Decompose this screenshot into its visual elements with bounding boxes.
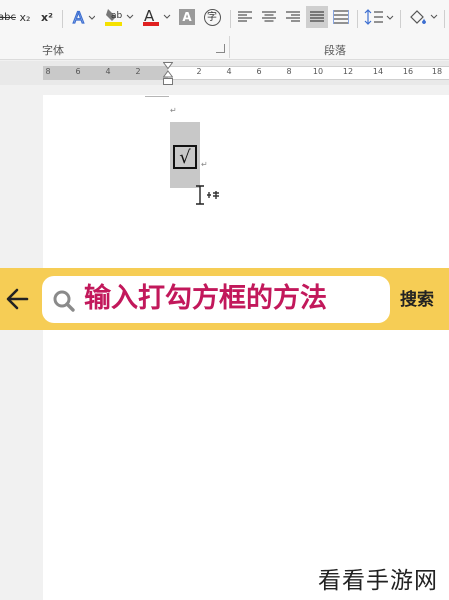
toolbar-separator	[62, 10, 63, 28]
text-effect-icon: A	[71, 8, 95, 26]
font-color-icon: A	[140, 7, 172, 27]
enclose-char-icon: 字	[203, 8, 221, 26]
highlight-icon: ab	[102, 7, 134, 27]
justify-icon	[310, 11, 324, 23]
distributed-icon	[333, 10, 349, 24]
ruler-tick-label: 6	[256, 67, 262, 76]
align-center-icon	[262, 11, 276, 23]
toolbar-separator	[444, 10, 445, 28]
indent-marker-icon[interactable]	[162, 62, 174, 90]
group-divider	[229, 36, 230, 58]
ruler-tick-label: 8	[45, 67, 51, 76]
font-group-label: 字体	[42, 44, 64, 57]
char-shading-button[interactable]: A	[178, 6, 196, 28]
toolbar-separator	[230, 10, 231, 28]
paragraph-mark: ↵	[201, 160, 208, 169]
ruler-tick-label: 2	[196, 67, 202, 76]
margin-corner-mark	[145, 96, 169, 97]
site-watermark: 看看手游网	[318, 568, 438, 594]
ruler-tick-label: 18	[431, 67, 443, 76]
align-right-icon	[286, 11, 300, 23]
ruler-tick-label: 10	[312, 67, 324, 76]
checkbox-symbol[interactable]: √	[173, 145, 197, 169]
font-dialog-launcher-icon[interactable]	[216, 44, 225, 53]
search-query-text: 输入打勾方框的方法	[84, 283, 327, 314]
left-gutter	[0, 86, 43, 600]
font-color-button[interactable]: A	[140, 6, 172, 28]
align-left-button[interactable]	[236, 6, 254, 28]
shading-button[interactable]	[406, 6, 440, 28]
text-effect-button[interactable]: A	[70, 6, 96, 28]
ruler-tick-label: 2	[135, 67, 141, 76]
document-page[interactable]	[43, 95, 449, 600]
align-left-icon	[238, 11, 252, 23]
align-center-button[interactable]	[260, 6, 278, 28]
subscript-button[interactable]: x₂	[16, 6, 34, 28]
distributed-button[interactable]	[331, 6, 351, 28]
ruler-tick-label: 16	[402, 67, 414, 76]
line-spacing-icon	[364, 9, 394, 25]
ruler-tick-label: 14	[372, 67, 384, 76]
ruler-tick-label: 4	[105, 67, 111, 76]
superscript-button[interactable]: x²	[38, 6, 56, 28]
toolbar-separator	[357, 10, 358, 28]
svg-text:A: A	[73, 8, 84, 26]
svg-text:ab: ab	[111, 11, 123, 21]
paragraph-mark: ↵	[170, 106, 177, 115]
char-shading-icon: A	[179, 9, 195, 25]
back-arrow-icon[interactable]	[5, 286, 29, 312]
ruler-tick-label: 4	[226, 67, 232, 76]
highlight-swatch	[105, 22, 122, 26]
paragraph-group-label: 段落	[324, 44, 346, 57]
ruler-tick-label: 12	[342, 67, 354, 76]
strikethrough-button[interactable]: abc	[0, 6, 16, 28]
text-cursor-icon	[194, 185, 206, 205]
input-method-icon	[206, 185, 220, 199]
line-spacing-button[interactable]	[363, 6, 395, 28]
ribbon: abc x₂ x² A ab A A 字 字体 段落	[0, 0, 449, 60]
search-button[interactable]: 搜索	[400, 287, 434, 313]
highlight-button[interactable]: ab	[102, 6, 134, 28]
font-toolbar-row: abc x₂ x² A ab A A 字	[0, 6, 449, 28]
justify-button[interactable]	[306, 6, 328, 28]
ruler-tick-label: 6	[75, 67, 81, 76]
ruler-tick-label: 8	[286, 67, 292, 76]
toolbar-separator	[400, 10, 401, 28]
shading-icon	[407, 8, 439, 26]
align-right-button[interactable]	[284, 6, 302, 28]
search-icon	[52, 289, 76, 313]
enclose-char-button[interactable]: 字	[202, 6, 222, 28]
